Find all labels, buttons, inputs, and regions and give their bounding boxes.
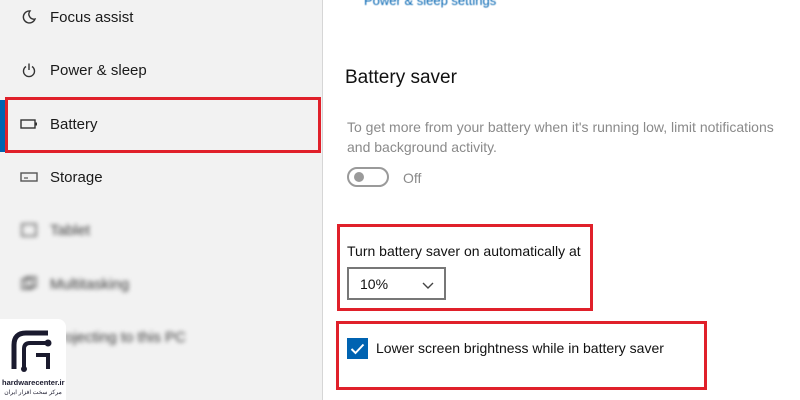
moon-icon [20, 8, 38, 26]
sidebar-item-storage[interactable]: Storage [0, 150, 322, 204]
tablet-icon [20, 221, 38, 239]
lower-brightness-label: Lower screen brightness while in battery… [376, 340, 664, 356]
multitasking-icon [20, 275, 38, 293]
circuit-logo-icon [11, 330, 52, 372]
sidebar-item-label: Storage [50, 168, 103, 186]
power-sleep-settings-link[interactable]: Power & sleep settings [364, 0, 496, 8]
storage-icon [20, 168, 38, 186]
watermark-text: hardwarecenter.ir [2, 378, 65, 387]
sidebar-item-label: Multitasking [50, 275, 130, 293]
sidebar-item-focus-assist[interactable]: Focus assist [0, 0, 322, 44]
section-description: To get more from your battery when it's … [347, 119, 774, 155]
auto-threshold-dropdown[interactable]: 10% [347, 267, 446, 300]
toggle-knob [354, 172, 364, 182]
battery-saver-toggle[interactable] [347, 167, 389, 187]
lower-brightness-checkbox[interactable] [347, 338, 368, 359]
watermark-subtext: مرکز سخت افزار ایران [4, 390, 62, 396]
toggle-state-label: Off [403, 170, 422, 186]
watermark-logo: hardwarecenter.ir مرکز سخت افزار ایران [0, 319, 66, 400]
checkmark-icon [350, 343, 365, 354]
sidebar-item-power-sleep[interactable]: Power & sleep [0, 43, 322, 97]
power-icon [20, 61, 38, 79]
auto-threshold-label: Turn battery saver on automatically at [347, 243, 581, 259]
sidebar-item-multitasking[interactable]: Multitasking [0, 257, 322, 311]
sidebar-item-tablet[interactable]: Tablet [0, 203, 322, 257]
section-title: Battery saver [345, 67, 457, 88]
sidebar-item-label: Projecting to this PC [50, 328, 186, 346]
chevron-down-icon [422, 278, 434, 289]
dropdown-value: 10% [360, 276, 389, 292]
battery-highlight-box [5, 97, 321, 153]
sidebar-item-label: Tablet [50, 221, 91, 239]
sidebar-item-label: Power & sleep [50, 61, 147, 79]
sidebar-item-label: Focus assist [50, 8, 134, 26]
